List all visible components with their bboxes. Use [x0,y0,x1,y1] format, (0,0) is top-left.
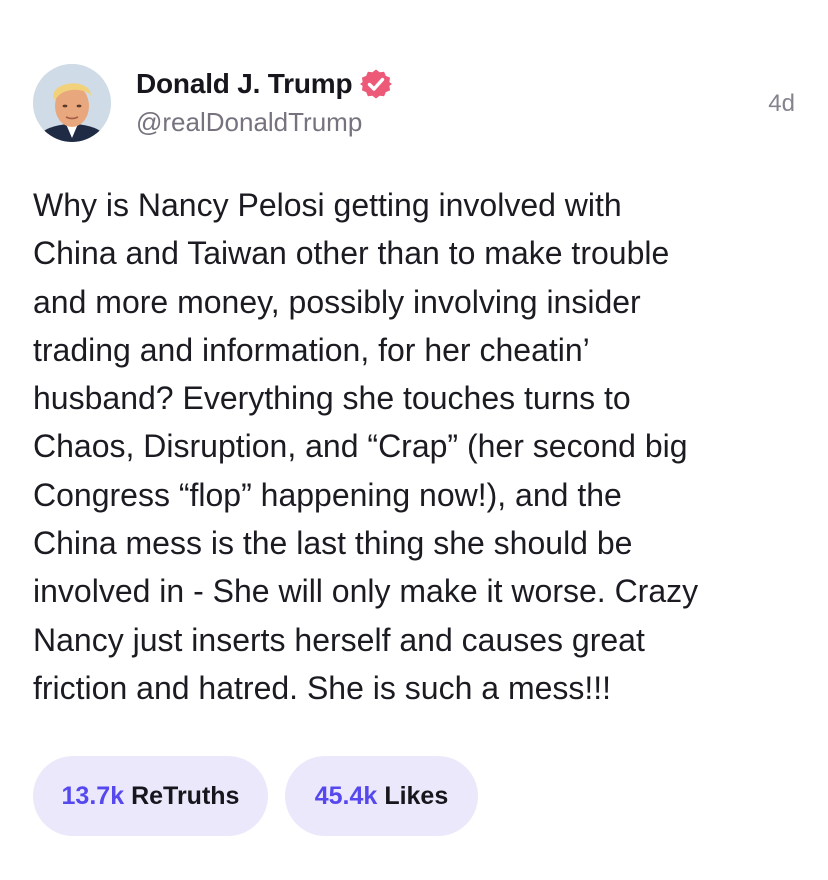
retruths-count: 13.7k [61,781,125,810]
author-row: Donald J. Trump [136,67,393,101]
verified-badge-icon [360,69,393,99]
display-name[interactable]: Donald J. Trump [136,68,353,100]
avatar[interactable] [33,64,111,142]
likes-count: 45.4k [314,781,378,810]
post-body-text: Why is Nancy Pelosi getting involved wit… [33,187,699,706]
post-card: Donald J. Trump @realDonaldTrump 4d Why … [0,0,828,880]
post-timestamp[interactable]: 4d [768,90,795,118]
avatar-image [33,64,111,142]
likes-label: Likes [384,781,449,810]
retruths-button[interactable]: 13.7k ReTruths [33,756,268,836]
retruths-label: ReTruths [131,781,240,810]
likes-button[interactable]: 45.4k Likes [285,756,478,836]
author-handle[interactable]: @realDonaldTrump [136,107,362,138]
